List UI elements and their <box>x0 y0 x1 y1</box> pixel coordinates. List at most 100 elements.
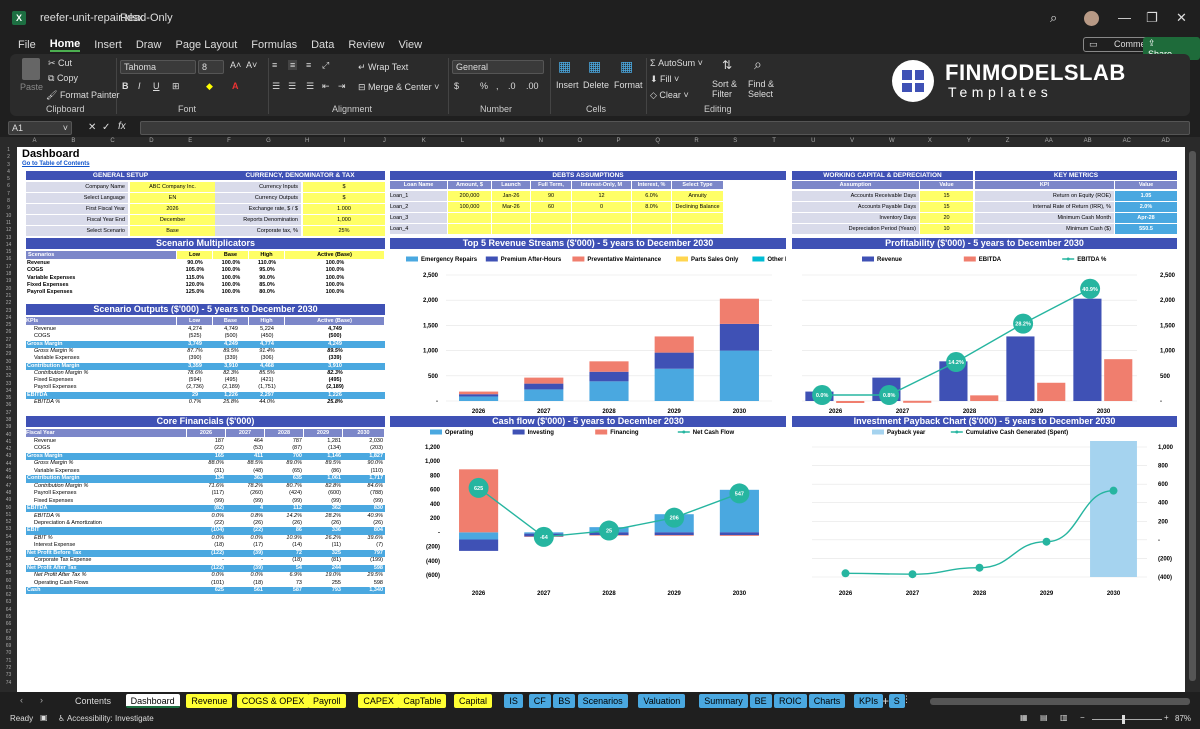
setup-value[interactable]: 1,000 <box>303 215 385 225</box>
payback-chart[interactable]: Payback year Cumulative Cash Generated (S… <box>792 427 1177 602</box>
clear-button[interactable]: ◇ Clear ˅ <box>650 90 689 101</box>
insert-cells-icon[interactable]: ▦ <box>558 58 571 75</box>
underline-button[interactable]: U <box>153 81 160 91</box>
tab-charts[interactable]: Charts <box>808 694 846 708</box>
wc-value[interactable]: 10 <box>920 224 973 234</box>
row-header[interactable]: 1 <box>0 147 17 154</box>
column-header[interactable]: Y <box>967 138 971 144</box>
row-header[interactable]: 39 <box>0 424 17 431</box>
row-header[interactable]: 38 <box>0 417 17 424</box>
align-bottom-icon[interactable]: ≡ <box>306 60 311 70</box>
debts-cell[interactable] <box>492 224 530 234</box>
macro-icon[interactable]: ▣ <box>40 713 48 722</box>
row-header[interactable]: 31 <box>0 366 17 373</box>
tab-bs[interactable]: BS <box>553 694 576 708</box>
menu-review[interactable]: Review <box>348 39 384 51</box>
tab-captable[interactable]: CapTable <box>398 694 447 708</box>
tab-cf[interactable]: CF <box>528 694 551 708</box>
tab-be[interactable]: BE <box>749 694 772 708</box>
column-header[interactable]: N <box>539 138 543 144</box>
row-header[interactable]: 36 <box>0 402 17 409</box>
tab-summary[interactable]: Summary <box>699 694 748 708</box>
page-layout-icon[interactable]: ▤ <box>1040 713 1048 722</box>
column-header[interactable]: Z <box>1006 138 1010 144</box>
row-header[interactable]: 5 <box>0 176 17 183</box>
zoom-slider-thumb[interactable] <box>1122 715 1125 724</box>
orientation-icon[interactable]: ⤢ <box>322 60 329 71</box>
setup-value[interactable]: 2026 <box>130 204 215 214</box>
debts-cell[interactable] <box>672 224 723 234</box>
horizontal-scrollbar[interactable] <box>930 698 1190 705</box>
setup-value[interactable]: 25% <box>303 226 385 236</box>
row-header[interactable]: 37 <box>0 410 17 417</box>
row-header[interactable]: 22 <box>0 300 17 307</box>
row-header[interactable]: 63 <box>0 599 17 606</box>
row-header[interactable]: 59 <box>0 570 17 577</box>
column-header[interactable]: AA <box>1045 138 1053 144</box>
cashflow-chart[interactable]: Operating Investing Financing Net Cash Flow… <box>390 427 786 602</box>
debts-cell[interactable] <box>531 224 571 234</box>
row-header[interactable]: 20 <box>0 286 17 293</box>
row-header[interactable]: 9 <box>0 205 17 212</box>
row-header[interactable]: 52 <box>0 519 17 526</box>
row-header[interactable]: 28 <box>0 344 17 351</box>
italic-button[interactable]: I <box>138 81 141 91</box>
column-header[interactable]: M <box>500 138 505 144</box>
column-header[interactable]: AB <box>1084 138 1092 144</box>
row-header[interactable]: 23 <box>0 308 17 315</box>
menu-file[interactable]: File <box>18 39 36 51</box>
borders-icon[interactable]: ⊞ <box>172 81 180 92</box>
fill-button[interactable]: ⬇ Fill ˅ <box>650 74 679 85</box>
row-header[interactable]: 51 <box>0 512 17 519</box>
row-header[interactable]: 49 <box>0 497 17 504</box>
row-header[interactable]: 71 <box>0 658 17 665</box>
row-header[interactable]: 55 <box>0 541 17 548</box>
row-header[interactable]: 57 <box>0 556 17 563</box>
tab-s[interactable]: S <box>888 694 905 708</box>
column-header[interactable]: B <box>71 138 75 144</box>
comma-icon[interactable]: , <box>496 81 499 91</box>
cancel-icon[interactable]: ✕ <box>88 122 96 133</box>
column-header[interactable]: S <box>733 138 737 144</box>
row-header[interactable]: 66 <box>0 621 17 628</box>
tab-scroll-right-icon[interactable]: › <box>40 695 43 705</box>
font-size-select[interactable]: 8 <box>198 60 224 74</box>
row-header[interactable]: 41 <box>0 439 17 446</box>
search-icon[interactable]: ⌕ <box>1050 10 1057 26</box>
debts-cell[interactable]: Loan_2 <box>390 202 447 212</box>
column-header[interactable]: U <box>811 138 815 144</box>
setup-value[interactable]: $ <box>303 182 385 192</box>
tab-scenarios[interactable]: Scenarios <box>577 694 628 708</box>
row-header[interactable]: 46 <box>0 475 17 482</box>
currency-icon[interactable]: $ <box>454 81 459 91</box>
row-header[interactable]: 40 <box>0 432 17 439</box>
find-select-icon[interactable]: ⌕ <box>754 56 762 73</box>
font-name-select[interactable]: Tahoma <box>120 60 196 74</box>
row-header[interactable]: 13 <box>0 235 17 242</box>
restore-icon[interactable]: ❐ <box>1146 10 1158 26</box>
debts-cell[interactable] <box>632 224 671 234</box>
format-painter-button[interactable]: 🖌 Format Painter <box>46 90 119 101</box>
zoom-in-icon[interactable]: + <box>1164 713 1169 722</box>
tab-valuation[interactable]: Valuation <box>638 694 686 708</box>
tab-dashboard[interactable]: Dashboard <box>125 694 180 708</box>
row-header[interactable]: 2 <box>0 154 17 161</box>
increase-decimal-icon[interactable]: .0 <box>508 81 516 91</box>
row-header[interactable]: 72 <box>0 665 17 672</box>
align-top-icon[interactable]: ≡ <box>272 60 277 70</box>
row-header[interactable]: 53 <box>0 526 17 533</box>
increase-font-icon[interactable]: A˄ <box>230 60 241 70</box>
format-cells-button[interactable]: Format <box>614 80 643 90</box>
row-header[interactable]: 26 <box>0 329 17 336</box>
debts-cell[interactable] <box>448 213 491 223</box>
bold-button[interactable]: B <box>122 81 129 91</box>
column-header[interactable]: W <box>889 138 895 144</box>
avatar[interactable] <box>1084 11 1099 26</box>
normal-view-icon[interactable]: ▦ <box>1020 713 1028 722</box>
debts-cell[interactable]: 90 <box>531 191 571 201</box>
row-header[interactable]: 25 <box>0 322 17 329</box>
indent-icon[interactable]: ⇤ <box>322 81 330 92</box>
tab-kpis[interactable]: KPIs <box>854 694 884 708</box>
row-header[interactable]: 3 <box>0 162 17 169</box>
profitability-chart[interactable]: Revenue EBITDA EBITDA % - 500 1,000 1,500 2,000… <box>792 249 1177 417</box>
